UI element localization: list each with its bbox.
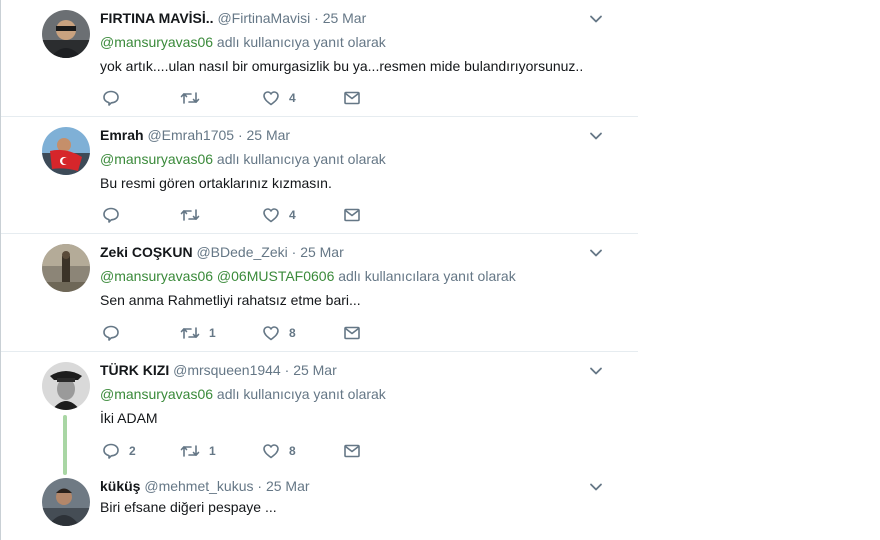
tweet[interactable]: FIRTINA MAVİSİ.. @FirtinaMavisi · 25 Mar… xyxy=(1,0,638,117)
retweet-button[interactable] xyxy=(180,89,209,107)
username[interactable]: @Emrah1705 xyxy=(147,127,234,143)
reply-context-text: adlı kullanıcıya yanıt olarak xyxy=(213,34,386,50)
chevron-down-icon[interactable] xyxy=(589,12,603,26)
timestamp[interactable]: 25 Mar xyxy=(300,244,344,260)
username[interactable]: @BDede_Zeki xyxy=(196,244,287,260)
reply-button[interactable] xyxy=(102,324,129,342)
reply-context-text: adlı kullanıcıya yanıt olarak xyxy=(213,386,386,402)
avatar[interactable] xyxy=(42,244,90,292)
tweet-text: Biri efsane diğeri pespaye ... xyxy=(100,499,277,515)
display-name[interactable]: TÜRK KIZI xyxy=(100,362,169,378)
reply-context: @mansuryavas06 adlı kullanıcıya yanıt ol… xyxy=(100,33,608,51)
tweet[interactable]: Emrah @Emrah1705 · 25 Mar @mansuryavas06… xyxy=(1,117,638,234)
direct-message-button[interactable] xyxy=(343,206,361,224)
direct-message-icon xyxy=(343,206,361,224)
retweet-icon xyxy=(180,206,200,224)
reply-button[interactable]: 2 xyxy=(102,442,136,460)
reply-context: @mansuryavas06 @06MUSTAF0606 adlı kullan… xyxy=(100,267,608,285)
reply-button[interactable] xyxy=(102,89,129,107)
like-icon xyxy=(262,442,280,460)
avatar[interactable] xyxy=(42,10,90,58)
chevron-down-icon[interactable] xyxy=(589,129,603,143)
like-icon xyxy=(262,206,280,224)
display-name[interactable]: Emrah xyxy=(100,127,144,143)
avatar[interactable] xyxy=(42,362,90,410)
reply-button[interactable] xyxy=(102,206,129,224)
reply-context: @mansuryavas06 adlı kullanıcıya yanıt ol… xyxy=(100,385,608,403)
username[interactable]: @mrsqueen1944 xyxy=(173,362,281,378)
like-button[interactable]: 8 xyxy=(262,442,296,460)
separator: · xyxy=(310,10,323,26)
chevron-down-icon[interactable] xyxy=(589,480,603,494)
display-name[interactable]: FIRTINA MAVİSİ.. xyxy=(100,10,214,26)
display-name[interactable]: küküş xyxy=(100,478,140,494)
username[interactable]: @mehmet_kukus xyxy=(144,478,253,494)
tweet-text: Bu resmi gören ortaklarınız kızmasın. xyxy=(100,175,332,191)
separator: · xyxy=(280,362,294,378)
reply-icon xyxy=(102,206,120,224)
retweet-count: 1 xyxy=(209,326,216,340)
reply-context-text: adlı kullanıcıya yanıt olarak xyxy=(213,151,386,167)
retweet-icon xyxy=(180,324,200,342)
direct-message-icon xyxy=(343,89,361,107)
thread-connector xyxy=(63,415,67,475)
tweet-text: Sen anma Rahmetliyi rahatsız etme bari..… xyxy=(100,292,361,308)
tweet[interactable]: TÜRK KIZI @mrsqueen1944 · 25 Mar @mansur… xyxy=(1,352,638,468)
like-icon xyxy=(262,89,280,107)
like-icon xyxy=(262,324,280,342)
reply-icon xyxy=(102,442,120,460)
retweet-button[interactable]: 1 xyxy=(180,324,216,342)
chevron-down-icon[interactable] xyxy=(589,246,603,260)
like-count: 4 xyxy=(289,208,296,222)
separator: · xyxy=(287,244,301,260)
direct-message-button[interactable] xyxy=(343,324,361,342)
mention-link[interactable]: @mansuryavas06 xyxy=(100,34,213,50)
username[interactable]: @FirtinaMavisi xyxy=(217,10,310,26)
timeline: FIRTINA MAVİSİ.. @FirtinaMavisi · 25 Mar… xyxy=(0,0,638,540)
timestamp[interactable]: 25 Mar xyxy=(266,478,310,494)
timestamp[interactable]: 25 Mar xyxy=(247,127,291,143)
tweet-text: İki ADAM xyxy=(100,410,158,426)
direct-message-icon xyxy=(343,442,361,460)
reply-icon xyxy=(102,324,120,342)
tweet[interactable]: Zeki COŞKUN @BDede_Zeki · 25 Mar @mansur… xyxy=(1,234,638,352)
avatar[interactable] xyxy=(42,127,90,175)
reply-context-text: adlı kullanıcılara yanıt olarak xyxy=(334,268,516,284)
like-count: 4 xyxy=(289,91,296,105)
retweet-count: 1 xyxy=(209,444,216,458)
direct-message-button[interactable] xyxy=(343,442,361,460)
retweet-button[interactable] xyxy=(180,206,209,224)
reply-context: @mansuryavas06 adlı kullanıcıya yanıt ol… xyxy=(100,150,608,168)
like-count: 8 xyxy=(289,444,296,458)
mention-link[interactable]: @mansuryavas06 xyxy=(100,386,213,402)
direct-message-icon xyxy=(343,324,361,342)
direct-message-button[interactable] xyxy=(343,89,361,107)
retweet-icon xyxy=(180,442,200,460)
mention-link[interactable]: @mansuryavas06 @06MUSTAF0606 xyxy=(100,268,334,284)
like-button[interactable]: 4 xyxy=(262,206,296,224)
separator: · xyxy=(234,127,247,143)
tweet[interactable]: küküş @mehmet_kukus · 25 Mar Biri efsane… xyxy=(1,468,638,540)
separator: · xyxy=(253,478,266,494)
display-name[interactable]: Zeki COŞKUN xyxy=(100,244,193,260)
reply-icon xyxy=(102,89,120,107)
timestamp[interactable]: 25 Mar xyxy=(323,10,367,26)
reply-count: 2 xyxy=(129,444,136,458)
mention-link[interactable]: @mansuryavas06 xyxy=(100,151,213,167)
like-button[interactable]: 4 xyxy=(262,89,296,107)
like-button[interactable]: 8 xyxy=(262,324,296,342)
avatar[interactable] xyxy=(42,478,90,526)
retweet-button[interactable]: 1 xyxy=(180,442,216,460)
retweet-icon xyxy=(180,89,200,107)
timestamp[interactable]: 25 Mar xyxy=(293,362,337,378)
like-count: 8 xyxy=(289,326,296,340)
tweet-text: yok artık....ulan nasıl bir omurgasizlik… xyxy=(100,58,584,74)
chevron-down-icon[interactable] xyxy=(589,364,603,378)
